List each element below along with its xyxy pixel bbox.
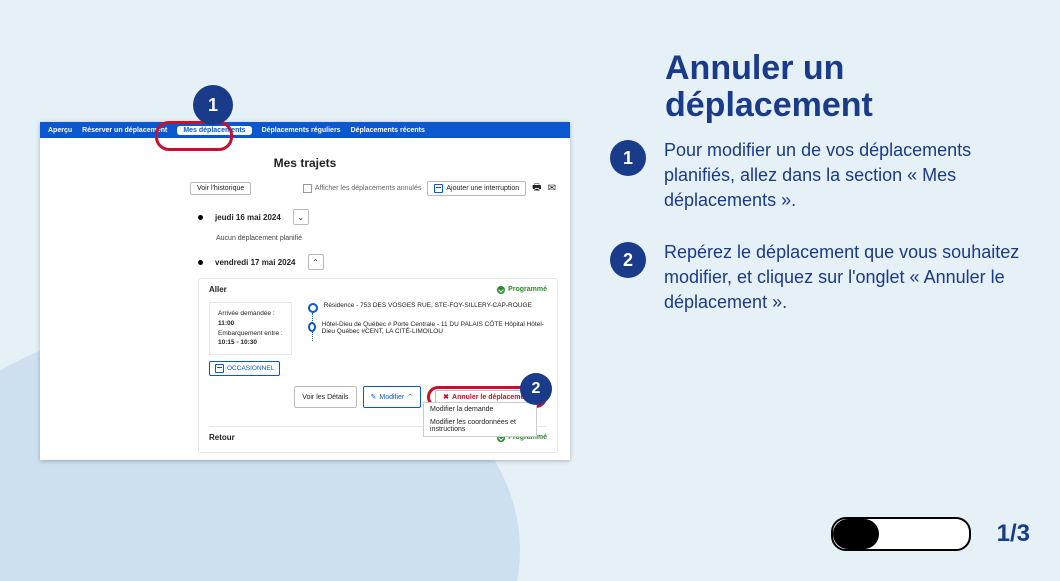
trip-card-aller: Aller Programmé Arrivée demandée : 11:00… xyxy=(198,278,558,453)
day-bullet-icon xyxy=(198,215,203,220)
origin-address: Résidence - 753 DES VOSGES RUE, STE-FOY-… xyxy=(324,302,532,309)
destination-address: Hôtel-Dieu de Québec # Porte Centrale - … xyxy=(322,321,547,335)
page-title: Annuler un déplacement xyxy=(665,50,873,125)
nav-tabs: Aperçu Réserver un déplacement Mes dépla… xyxy=(40,122,570,138)
instruction-step-2: 2 Repérez le déplacement que vous souhai… xyxy=(610,240,1024,316)
close-icon: ✖ xyxy=(443,393,449,401)
checkbox-icon xyxy=(303,184,312,193)
check-icon xyxy=(497,286,505,294)
annotation-badge-2: 2 xyxy=(520,373,552,405)
section-title: Mes trajets xyxy=(40,156,570,170)
route-origin-icon xyxy=(308,303,318,313)
tab-recents[interactable]: Déplacements récents xyxy=(351,127,425,134)
calendar-icon xyxy=(215,364,224,373)
checkbox-show-cancelled[interactable]: Afficher les déplacements annulés xyxy=(303,184,422,193)
step-text-1: Pour modifier un de vos déplacements pla… xyxy=(664,138,1024,214)
button-add-interruption[interactable]: Ajouter une interruption xyxy=(427,181,526,196)
chevron-up-icon: ⌃ xyxy=(407,393,413,401)
annotation-highlight-tab xyxy=(155,121,233,151)
trip-actions: Voir les Détails ✎ Modifier ⌃ ✖ Annuler … xyxy=(209,386,547,408)
tag-occasionnel: OCCASIONNEL xyxy=(209,361,280,376)
annotation-badge-1: 1 xyxy=(193,85,233,125)
step-number-1: 1 xyxy=(610,140,646,176)
pager: 1/3 xyxy=(831,517,1030,551)
print-icon[interactable]: 🖶 xyxy=(532,180,541,197)
button-details[interactable]: Voir les Détails xyxy=(294,386,356,408)
pager-bar xyxy=(831,517,971,551)
button-modify[interactable]: ✎ Modifier ⌃ xyxy=(363,386,422,408)
pager-text: 1/3 xyxy=(997,520,1030,548)
menu-item-modify-coords[interactable]: Modifier les coordonnées et instructions xyxy=(424,416,536,436)
tab-reguliers[interactable]: Déplacements réguliers xyxy=(262,127,341,134)
route: Résidence - 753 DES VOSGES RUE, STE-FOY-… xyxy=(308,302,547,355)
chevron-up-icon[interactable]: ⌃ xyxy=(308,254,324,270)
mail-icon[interactable]: ✉ xyxy=(548,183,556,194)
calendar-icon xyxy=(434,184,443,193)
button-history[interactable]: Voir l'historique xyxy=(190,182,251,195)
modify-dropdown: Modifier la demande Modifier les coordon… xyxy=(423,402,537,437)
instruction-step-1: 1 Pour modifier un de vos déplacements p… xyxy=(610,138,1024,214)
trip-direction: Aller xyxy=(209,285,227,294)
content-area: jeudi 16 mai 2024 ⌄ Aucun déplacement pl… xyxy=(40,209,570,453)
day-header-2[interactable]: vendredi 17 mai 2024 ⌃ xyxy=(198,254,558,270)
chevron-down-icon[interactable]: ⌄ xyxy=(293,209,309,225)
pager-progress xyxy=(833,519,879,549)
app-screenshot: Aperçu Réserver un déplacement Mes dépla… xyxy=(40,122,570,460)
day-header-1[interactable]: jeudi 16 mai 2024 ⌄ xyxy=(198,209,558,225)
time-box: Arrivée demandée : 11:00 Embarquement en… xyxy=(209,302,292,355)
pencil-icon: ✎ xyxy=(371,393,377,401)
toolbar: Voir l'historique Afficher les déplaceme… xyxy=(40,180,570,201)
tab-apercu[interactable]: Aperçu xyxy=(48,127,72,134)
route-destination-icon xyxy=(308,322,316,332)
step-number-2: 2 xyxy=(610,242,646,278)
day-bullet-icon xyxy=(198,260,203,265)
empty-state: Aucun déplacement planifié xyxy=(198,225,558,246)
menu-item-modify-request[interactable]: Modifier la demande xyxy=(424,403,536,416)
status-badge: Programmé xyxy=(497,286,547,294)
step-text-2: Repérez le déplacement que vous souhaite… xyxy=(664,240,1024,316)
